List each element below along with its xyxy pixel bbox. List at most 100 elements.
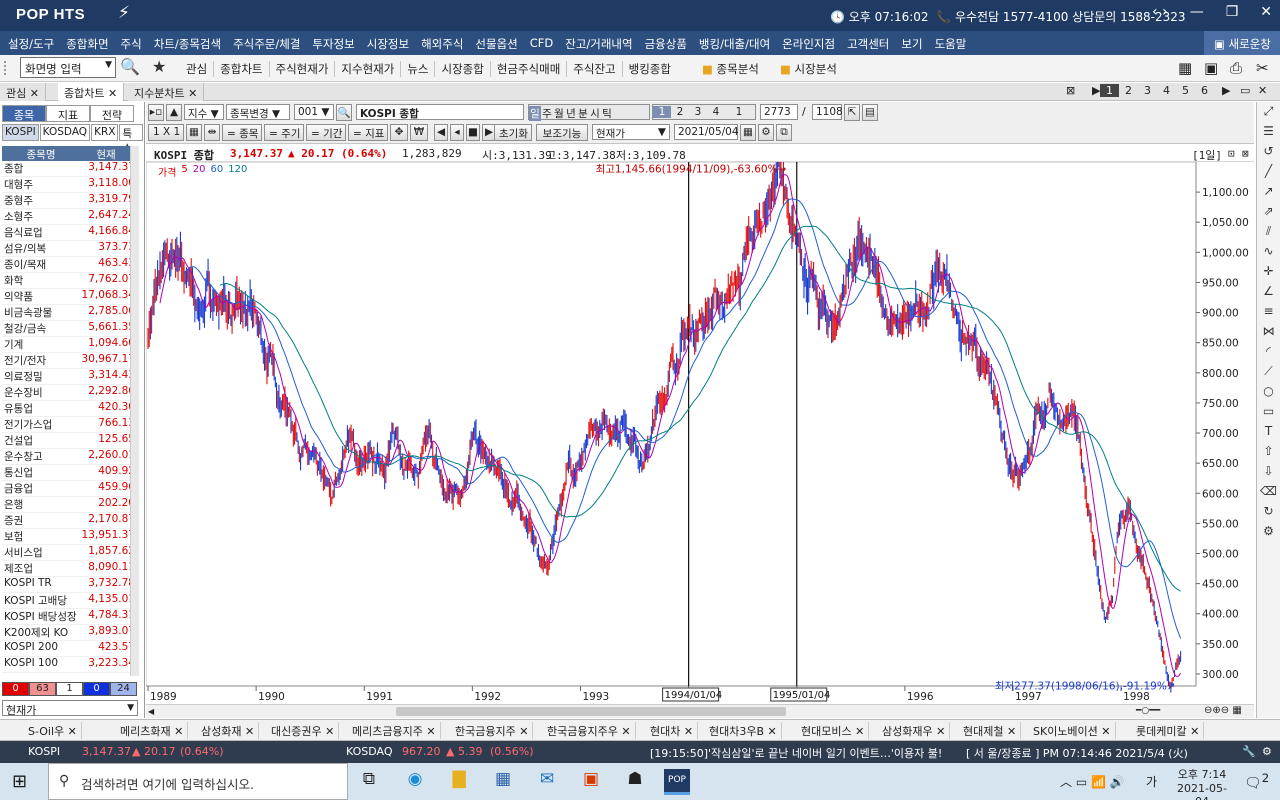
windows-start-icon[interactable]: ⊞	[12, 771, 27, 792]
settings-icon[interactable]: ⚙	[1257, 522, 1280, 542]
sync-indicator-button[interactable]: = 지표	[348, 124, 388, 141]
list-item[interactable]: 섬유/의복 373.73	[2, 241, 138, 257]
list-item[interactable]: 소형주 2,647.24	[2, 209, 138, 225]
page-number[interactable]: 2	[1119, 84, 1138, 97]
nav-arrows-icon[interactable]: ‹ ›	[1152, 4, 1168, 20]
list-item[interactable]: 제조업 8,090.11	[2, 561, 138, 577]
tool-list-icon[interactable]: ☰	[1257, 122, 1280, 142]
page-number[interactable]: 6	[1195, 84, 1214, 97]
chart-scrollbar[interactable]: ◀ ━○━━ ⊖⊕⊖ ▦	[146, 704, 1254, 718]
stock-tab[interactable]: 현대차 ✕	[646, 722, 699, 739]
kospi-label[interactable]: KOSPI	[28, 745, 60, 758]
fan-tool-icon[interactable]: ⟋	[1257, 362, 1280, 382]
stock-tab[interactable]: S-Oil우 ✕	[24, 722, 82, 739]
close-icon[interactable]: ✕	[933, 725, 945, 738]
menu-item[interactable]: 투자정보	[312, 36, 354, 52]
period-week[interactable]: 주	[541, 106, 553, 121]
panel-close-icon[interactable]: ⊠	[1242, 147, 1249, 160]
period-minute[interactable]: 분	[577, 106, 589, 121]
list-item[interactable]: 보험 13,951.37	[2, 529, 138, 545]
list-item[interactable]: KOSPI TR 3,732.78	[2, 577, 138, 593]
fibonacci-icon[interactable]: ≡	[1257, 302, 1280, 322]
close-icon[interactable]: ✕	[764, 725, 777, 738]
rect-tool-icon[interactable]: ▭	[1257, 402, 1280, 422]
close-icon[interactable]: ✕	[680, 725, 693, 738]
toolbar-link[interactable]: 관심	[180, 61, 215, 77]
subtab-kospi[interactable]: KOSPI	[2, 124, 39, 141]
cross-tool-icon[interactable]: ✛	[1257, 262, 1280, 282]
legend-entry[interactable]: 가격	[158, 164, 176, 179]
list-item[interactable]: 운수창고 2,260.01	[2, 449, 138, 465]
period-day[interactable]: 일	[529, 106, 541, 121]
close-icon[interactable]: ✕	[64, 725, 77, 738]
news-headline[interactable]: [19:15:50]'작심삼일'로 끝난 네이버 일기 이벤트…'이용자 불!	[650, 745, 955, 761]
page-number[interactable]: 1	[1100, 84, 1119, 97]
new-window-button[interactable]: ▣ 새로운창	[1204, 31, 1280, 55]
list-item[interactable]: 전기/전자 30,967.17	[2, 353, 138, 369]
date-input[interactable]: 2021/05/04	[674, 124, 739, 140]
stock-tab[interactable]: 삼성화재 ✕	[197, 722, 260, 739]
legend-entry[interactable]: 60	[211, 164, 224, 179]
stop-icon[interactable]: ■	[466, 124, 480, 141]
period-tick[interactable]: 틱	[601, 106, 613, 121]
list-item[interactable]: KOSPI 고배당 4,135.01	[2, 593, 138, 609]
interval-2[interactable]: 2	[671, 106, 689, 118]
wrench-icon[interactable]: 🔧	[1242, 745, 1256, 758]
stock-tab[interactable]: 현대모비스 ✕	[797, 722, 870, 739]
toolbar-link[interactable]: 주식잔고	[567, 61, 623, 77]
menu-item[interactable]: 종합화면	[66, 36, 108, 52]
toolbar-link[interactable]: 주식현재가	[270, 61, 336, 77]
period-month[interactable]: 월	[553, 106, 565, 121]
eraser-icon[interactable]: ⌫	[1257, 482, 1280, 502]
list-item[interactable]: KOSPI 200 423.57	[2, 641, 138, 657]
mail-icon[interactable]: ✉	[534, 769, 560, 795]
stock-tab[interactable]: 롯데케미칼 ✕	[1132, 722, 1205, 739]
legend-entry[interactable]: 5	[181, 164, 187, 179]
tab-indicators[interactable]: 지표	[46, 105, 90, 122]
page-number[interactable]: 3	[1138, 84, 1157, 97]
list-item[interactable]: 의약품 17,068.34	[2, 289, 138, 305]
stock-tab[interactable]: 한국금융지주우 ✕	[543, 722, 636, 739]
taskbar-clock[interactable]: 오후 7:142021-05-04	[1172, 766, 1232, 800]
tab-composite-chart[interactable]: 종합차트 ✕	[58, 83, 125, 101]
window-maximize-icon[interactable]: ▭	[1240, 84, 1250, 97]
list-item[interactable]: 은행 202.20	[2, 497, 138, 513]
menu-item[interactable]: 보기	[901, 36, 922, 52]
minimize-icon[interactable]: —	[1190, 4, 1204, 20]
one-to-one-icon[interactable]: ⇹	[204, 124, 220, 141]
list-item[interactable]: 금융업 459.96	[2, 481, 138, 497]
scroll-thumb[interactable]	[396, 707, 786, 716]
list-item[interactable]: 음식료업 4,166.84	[2, 225, 138, 241]
store-icon[interactable]: ▦	[490, 769, 516, 795]
app-icon[interactable]: ☗	[622, 769, 648, 795]
menu-item[interactable]: 주식주문/체결	[233, 36, 300, 52]
arc-tool-icon[interactable]: ◜	[1257, 342, 1280, 362]
taskbar-search-input[interactable]: ⚲ 검색하려면 여기에 입력하십시오.	[48, 763, 348, 800]
close-icon[interactable]: ✕	[1187, 725, 1199, 738]
page-number[interactable]: 4	[1157, 84, 1176, 97]
tools-icon[interactable]: ✂	[1256, 59, 1269, 77]
index-name-field[interactable]: KOSPI 종합	[356, 104, 524, 120]
interval-custom[interactable]: 1	[725, 106, 753, 118]
restore-icon[interactable]: ❐	[1226, 4, 1239, 20]
office-icon[interactable]: ▣	[578, 769, 604, 795]
subtab-special[interactable]: 특수	[119, 124, 143, 155]
subtab-krx[interactable]: KRX	[91, 124, 119, 141]
text-tool-icon[interactable]: T	[1257, 422, 1280, 442]
tab-watchlist[interactable]: 관심 ✕	[0, 83, 46, 101]
interval-3[interactable]: 3	[689, 106, 707, 118]
close-icon[interactable]: ✕	[108, 87, 117, 100]
undo-icon[interactable]: ↺	[1257, 142, 1280, 162]
tile-icon[interactable]: ⊠	[1066, 84, 1075, 97]
close-icon[interactable]: ✕	[1098, 725, 1110, 738]
list-item[interactable]: K200제외 KO 3,893.07	[2, 625, 138, 641]
zoom-slider[interactable]: ━○━━	[1136, 706, 1160, 716]
menu-item[interactable]: 선물옵션	[475, 36, 517, 52]
tray-icons[interactable]: ︿ ▭ 📶 🔊	[1060, 773, 1125, 790]
sync-range-button[interactable]: = 기간	[306, 124, 346, 141]
line-tool-icon[interactable]: ╱	[1257, 162, 1280, 182]
ray-tool-icon[interactable]: ↗	[1257, 182, 1280, 202]
stock-tab[interactable]: 한국금융지주 ✕	[451, 722, 534, 739]
stock-tab[interactable]: 현대차3우B ✕	[705, 722, 782, 739]
list-item[interactable]: 종합 3,147.37	[2, 161, 138, 177]
